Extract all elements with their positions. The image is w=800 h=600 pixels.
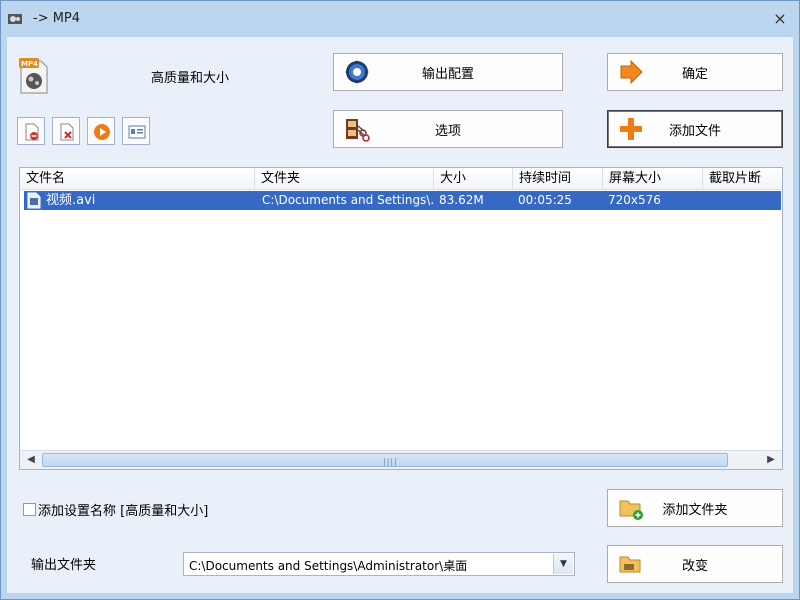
clear-list-icon [25,123,39,141]
scroll-right-icon[interactable]: ▶ [762,452,780,468]
add-file-button[interactable]: 添加文件 [607,110,783,148]
clear-list-button[interactable] [17,117,45,145]
column-header-name[interactable]: 文件名 [20,168,255,190]
client-area: MP4 高质量和大小 输出配置 选项 确定 添加文件 文件名 文件夹 大小 持续… [7,37,793,593]
title-bar[interactable]: -> MP4 × [1,1,799,37]
options-label: 选项 [434,123,461,139]
column-header-screen[interactable]: 屏幕大小 [603,168,703,190]
confirm-label: 确定 [681,66,708,82]
column-header-clip[interactable]: 截取片断 [703,168,782,190]
append-setting-label: 添加设置名称 [高质量和大小] [38,504,209,519]
column-header-duration[interactable]: 持续时间 [513,168,603,190]
output-config-button[interactable]: 输出配置 [333,53,563,91]
close-button[interactable]: × [767,7,793,31]
window-title: -> MP4 [33,11,81,26]
column-header-folder[interactable]: 文件夹 [255,168,434,190]
confirm-button[interactable]: 确定 [607,53,783,91]
media-info-button[interactable] [122,117,150,145]
output-folder-label: 输出文件夹 [31,558,97,573]
output-config-label: 输出配置 [421,66,474,82]
profile-label: 高质量和大小 [151,71,230,86]
table-row[interactable]: 视频.avi C:\Documents and Settings\... 83.… [24,191,781,210]
grip-icon: |||| [383,457,398,466]
list-header: 文件名 文件夹 大小 持续时间 屏幕大小 截取片断 [20,168,782,190]
add-file-label: 添加文件 [668,123,721,139]
mp4-format-icon: MP4 [19,58,48,94]
scroll-left-icon[interactable]: ◀ [22,452,40,468]
scroll-thumb[interactable]: |||| [42,453,728,467]
remove-file-icon [60,123,74,141]
cell-folder: C:\Documents and Settings\... [262,193,434,207]
cell-size: 83.62M [439,193,484,207]
remove-file-button[interactable] [52,117,80,145]
app-icon [8,14,22,24]
options-button[interactable]: 选项 [333,110,563,148]
append-setting-checkbox[interactable] [23,503,36,516]
dialog-window: -> MP4 × MP4 高质量和大小 输出配置 选项 确定 添加文件 文件名 … [0,0,800,600]
file-list[interactable]: 文件名 文件夹 大小 持续时间 屏幕大小 截取片断 视频.avi C:\Docu… [19,167,783,470]
change-button[interactable]: 改变 [607,545,783,583]
cell-duration: 00:05:25 [518,193,572,207]
play-icon [94,124,110,140]
cell-name: 视频.avi [46,193,96,208]
change-label: 改变 [681,558,708,574]
chevron-down-icon[interactable]: ▼ [553,554,573,574]
output-folder-value: C:\Documents and Settings\Administrator\… [189,559,468,573]
output-folder-select[interactable]: C:\Documents and Settings\Administrator\… [183,552,575,576]
cell-clip [704,191,780,210]
media-info-icon [128,125,146,139]
horizontal-scrollbar[interactable]: ◀ |||| ▶ [20,450,782,469]
add-folder-button[interactable]: 添加文件夹 [607,489,783,527]
play-button[interactable] [87,117,115,145]
add-folder-label: 添加文件夹 [662,502,728,518]
svg-text:MP4: MP4 [21,60,38,68]
cell-screen: 720x576 [608,193,661,207]
column-header-size[interactable]: 大小 [434,168,513,190]
video-file-icon [27,192,41,209]
